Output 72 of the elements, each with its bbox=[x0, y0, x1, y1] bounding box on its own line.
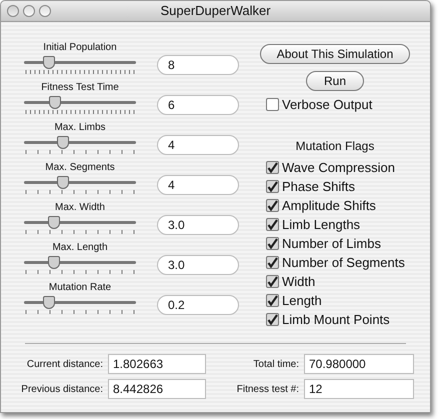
stat-field[interactable]: 12 bbox=[304, 379, 414, 399]
slider-label: Initial Population bbox=[43, 41, 117, 54]
stat-label: Fitness test #: bbox=[236, 382, 299, 396]
slider-label: Max. Width bbox=[54, 201, 105, 214]
check-icon bbox=[267, 314, 278, 325]
check-icon bbox=[267, 219, 278, 230]
slider-thumb[interactable] bbox=[49, 96, 62, 109]
slider-label: Max. Limbs bbox=[54, 121, 106, 134]
checkbox[interactable] bbox=[266, 161, 279, 174]
slider-thumb[interactable] bbox=[42, 56, 55, 69]
slider-thumb[interactable] bbox=[57, 136, 70, 149]
checkbox-label: Amplitude Shifts bbox=[282, 196, 376, 215]
value-field[interactable]: 6 bbox=[157, 95, 239, 115]
value-field[interactable]: 4 bbox=[157, 175, 239, 195]
checkbox[interactable] bbox=[266, 256, 279, 269]
stat-label: Current distance: bbox=[26, 358, 103, 372]
checkbox-label: Length bbox=[282, 292, 322, 310]
checkbox[interactable] bbox=[266, 313, 279, 326]
section-heading: Mutation Flags bbox=[296, 138, 374, 155]
slider-thumb[interactable] bbox=[42, 296, 55, 309]
slider[interactable] bbox=[24, 256, 136, 276]
stat-label: Total time: bbox=[252, 358, 299, 372]
zoom-button[interactable] bbox=[39, 5, 51, 17]
stat-field[interactable]: 8.442826 bbox=[108, 379, 206, 399]
value-field[interactable]: 8 bbox=[157, 55, 239, 75]
checkbox[interactable] bbox=[266, 98, 279, 111]
value-field[interactable]: 0.2 bbox=[157, 295, 239, 315]
slider-thumb[interactable] bbox=[48, 256, 60, 269]
slider-thumb[interactable] bbox=[57, 176, 70, 189]
slider-label: Max. Length bbox=[52, 241, 108, 254]
check-icon bbox=[267, 276, 278, 287]
checkbox[interactable] bbox=[266, 199, 279, 212]
check-icon bbox=[267, 295, 278, 306]
stat-field[interactable]: 1.802663 bbox=[108, 354, 206, 374]
checkbox-label: Limb Mount Points bbox=[282, 310, 390, 329]
stat-label: Previous distance: bbox=[20, 382, 103, 396]
slider[interactable] bbox=[24, 56, 136, 76]
checkbox-label: Wave Compression bbox=[282, 158, 395, 177]
slider-thumb[interactable] bbox=[48, 216, 60, 229]
checkbox-label: Width bbox=[282, 272, 316, 291]
checkbox-label: Limb Lengths bbox=[282, 216, 360, 234]
value-field[interactable]: 4 bbox=[157, 135, 239, 155]
checkbox[interactable] bbox=[266, 275, 279, 288]
slider[interactable] bbox=[24, 296, 136, 316]
slider[interactable] bbox=[24, 96, 136, 116]
slider-label: Mutation Rate bbox=[48, 281, 112, 294]
checkbox-label: Number of Segments bbox=[282, 254, 405, 272]
value-field[interactable]: 3.0 bbox=[157, 215, 239, 235]
slider[interactable] bbox=[24, 176, 136, 196]
run-button[interactable]: Run bbox=[306, 71, 364, 91]
checkbox[interactable] bbox=[266, 237, 279, 250]
stat-field[interactable]: 70.980000 bbox=[304, 354, 414, 374]
minimize-button[interactable] bbox=[23, 5, 35, 17]
checkbox-label: Number of Limbs bbox=[282, 234, 381, 253]
about-button[interactable]: About This Simulation bbox=[260, 44, 410, 64]
slider[interactable] bbox=[24, 216, 136, 236]
check-icon bbox=[267, 238, 278, 249]
slider-label: Max. Segments bbox=[45, 161, 115, 174]
slider[interactable] bbox=[24, 136, 136, 156]
check-icon bbox=[267, 257, 278, 268]
check-icon bbox=[267, 162, 278, 173]
value-field[interactable]: 3.0 bbox=[157, 255, 239, 275]
window-title: SuperDuperWalker bbox=[159, 2, 272, 20]
check-icon bbox=[267, 181, 278, 192]
check-icon bbox=[267, 200, 278, 211]
checkbox-label: Phase Shifts bbox=[282, 178, 355, 196]
slider-label: Fitness Test Time bbox=[41, 81, 119, 94]
checkbox[interactable] bbox=[266, 180, 279, 193]
checkbox-label: Verbose Output bbox=[282, 96, 372, 114]
close-button[interactable] bbox=[7, 5, 19, 17]
checkbox[interactable] bbox=[266, 218, 279, 231]
checkbox[interactable] bbox=[266, 294, 279, 307]
